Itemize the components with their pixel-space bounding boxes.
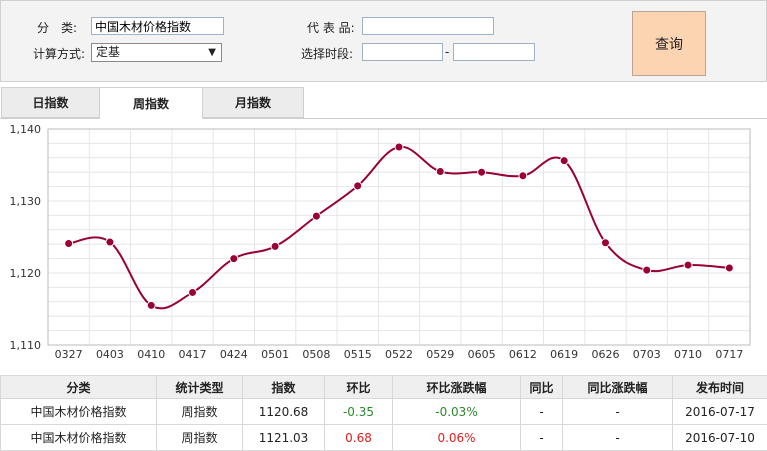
tab-monthly[interactable]: 月指数 [202, 87, 304, 118]
cell-index: 1120.68 [242, 398, 325, 425]
cell-mom-pct: -0.03% [392, 398, 521, 425]
data-point [64, 238, 74, 248]
x-tick-label: 0417 [179, 348, 207, 361]
data-point [394, 142, 404, 152]
col-header-mom-pct: 环比涨跌幅 [392, 375, 521, 399]
x-tick-label: 0612 [509, 348, 537, 361]
data-point [353, 181, 363, 191]
y-tick-label: 1,130 [10, 195, 42, 208]
category-label: 分 类: [37, 21, 78, 35]
data-point [600, 238, 610, 248]
data-point [270, 241, 280, 251]
cell-index: 1121.03 [242, 424, 325, 451]
col-header-index: 指数 [242, 375, 325, 399]
product-label: 代 表 品: [307, 21, 355, 35]
data-point [642, 265, 652, 275]
cell-category: 中国木材价格指数 [0, 398, 157, 425]
table-row: 中国木材价格指数 周指数 1120.68 -0.35 -0.03% - - 20… [0, 398, 767, 425]
category-input[interactable] [91, 17, 224, 35]
data-point [559, 156, 569, 166]
tab-daily[interactable]: 日指数 [1, 87, 100, 118]
x-tick-label: 0501 [261, 348, 289, 361]
cell-yoy: - [520, 424, 563, 451]
index-chart: 1,110 1,120 1,130 1,140 0327 0403 0410 0417 0424… [0, 119, 767, 366]
y-tick-label: 1,110 [10, 339, 42, 352]
x-tick-label: 0605 [468, 348, 496, 361]
data-point [435, 166, 445, 176]
cell-publish-date: 2016-07-10 [672, 424, 767, 451]
cell-stat-type: 周指数 [156, 424, 243, 451]
line-chart-svg: 1,110 1,120 1,130 1,140 0327 0403 0410 0417 0424… [10, 123, 751, 361]
series-line [68, 145, 730, 310]
index-table: 分类 统计类型 指数 环比 环比涨跌幅 同比 同比涨跌幅 发布时间 中国木材价格… [0, 375, 767, 451]
method-select-value: 定基 [96, 45, 121, 59]
cell-mom: 0.68 [324, 424, 393, 451]
data-point [188, 287, 198, 297]
col-header-publish-date: 发布时间 [672, 375, 767, 399]
product-input[interactable] [362, 17, 494, 35]
period-tabs: 日指数 周指数 月指数 [0, 87, 767, 119]
method-select[interactable]: 定基 ▼ [91, 43, 222, 62]
x-tick-label: 0619 [550, 348, 578, 361]
plot-border [47, 128, 751, 346]
data-point [477, 167, 487, 177]
period-end-input[interactable] [453, 43, 535, 61]
method-label: 计算方式: [33, 47, 86, 61]
x-tick-label: 0508 [302, 348, 330, 361]
cell-yoy: - [520, 398, 563, 425]
cell-mom-pct: 0.06% [392, 424, 521, 451]
y-tick-label: 1,140 [10, 123, 42, 136]
data-point [724, 263, 734, 273]
col-header-yoy: 同比 [520, 375, 563, 399]
data-point [683, 260, 693, 270]
period-start-input[interactable] [362, 43, 443, 61]
col-header-category: 分类 [0, 375, 157, 399]
table-header-row: 分类 统计类型 指数 环比 环比涨跌幅 同比 同比涨跌幅 发布时间 [0, 375, 767, 399]
x-tick-label: 0327 [55, 348, 83, 361]
x-tick-label: 0403 [96, 348, 124, 361]
dropdown-arrow-icon: ▼ [208, 47, 216, 58]
period-label: 选择时段: [301, 47, 354, 61]
x-tick-label: 0529 [426, 348, 454, 361]
x-tick-label: 0717 [715, 348, 743, 361]
data-point [518, 171, 528, 181]
data-point [105, 237, 115, 247]
table-row: 中国木材价格指数 周指数 1121.03 0.68 0.06% - - 2016… [0, 424, 767, 451]
x-tick-label: 0424 [220, 348, 248, 361]
tab-weekly[interactable]: 周指数 [99, 87, 203, 119]
x-tick-label: 0410 [137, 348, 165, 361]
y-tick-label: 1,120 [10, 267, 42, 280]
cell-yoy-pct: - [562, 424, 673, 451]
col-header-yoy-pct: 同比涨跌幅 [562, 375, 673, 399]
period-dash: - [445, 45, 450, 59]
data-point [311, 211, 321, 221]
query-panel: 分 类: 计算方式: 定基 ▼ 代 表 品: 选择时段: - 查询 [0, 0, 767, 82]
x-tick-label: 0710 [674, 348, 702, 361]
cell-mom: -0.35 [324, 398, 393, 425]
col-header-stat-type: 统计类型 [156, 375, 243, 399]
cell-publish-date: 2016-07-17 [672, 398, 767, 425]
x-tick-label: 0626 [591, 348, 619, 361]
data-point [229, 254, 239, 264]
x-tick-label: 0515 [344, 348, 372, 361]
cell-category: 中国木材价格指数 [0, 424, 157, 451]
cell-yoy-pct: - [562, 398, 673, 425]
query-button[interactable]: 查询 [632, 11, 706, 76]
data-point [146, 300, 156, 310]
cell-stat-type: 周指数 [156, 398, 243, 425]
x-tick-label: 0522 [385, 348, 413, 361]
x-tick-label: 0703 [633, 348, 661, 361]
col-header-mom: 环比 [324, 375, 393, 399]
